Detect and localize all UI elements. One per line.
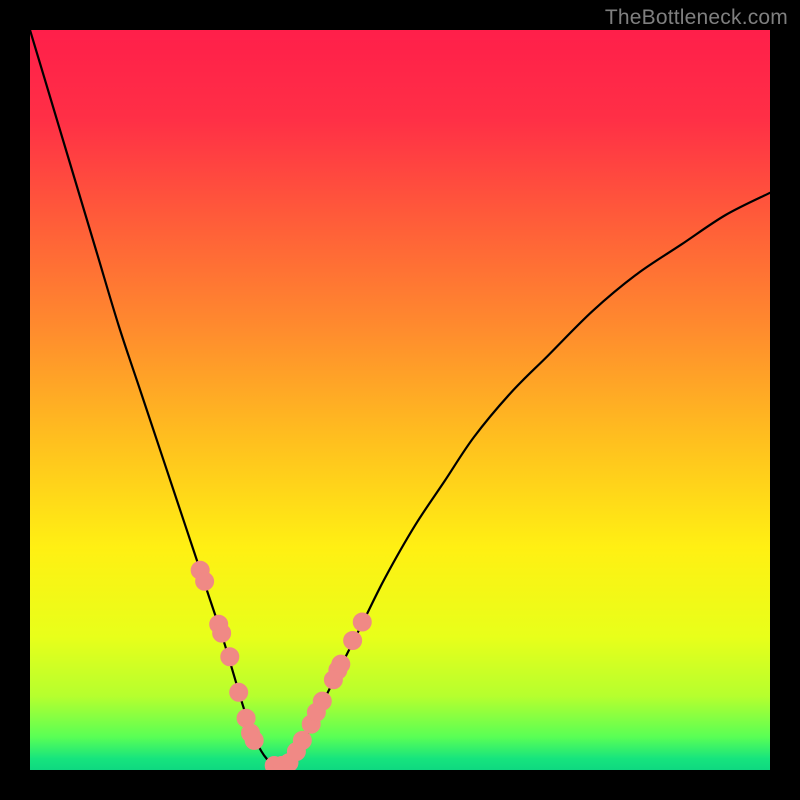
- marker-point: [230, 683, 248, 701]
- marker-group: [191, 561, 371, 770]
- marker-point: [196, 572, 214, 590]
- bottleneck-curve: [30, 30, 770, 766]
- watermark-text: TheBottleneck.com: [605, 6, 788, 30]
- marker-point: [313, 692, 331, 710]
- marker-point: [245, 731, 263, 749]
- curve-layer: [30, 30, 770, 770]
- plot-area: [30, 30, 770, 770]
- marker-point: [213, 624, 231, 642]
- marker-point: [353, 613, 371, 631]
- marker-point: [332, 655, 350, 673]
- marker-point: [293, 731, 311, 749]
- chart-frame: TheBottleneck.com: [0, 0, 800, 800]
- marker-point: [221, 648, 239, 666]
- marker-point: [344, 632, 362, 650]
